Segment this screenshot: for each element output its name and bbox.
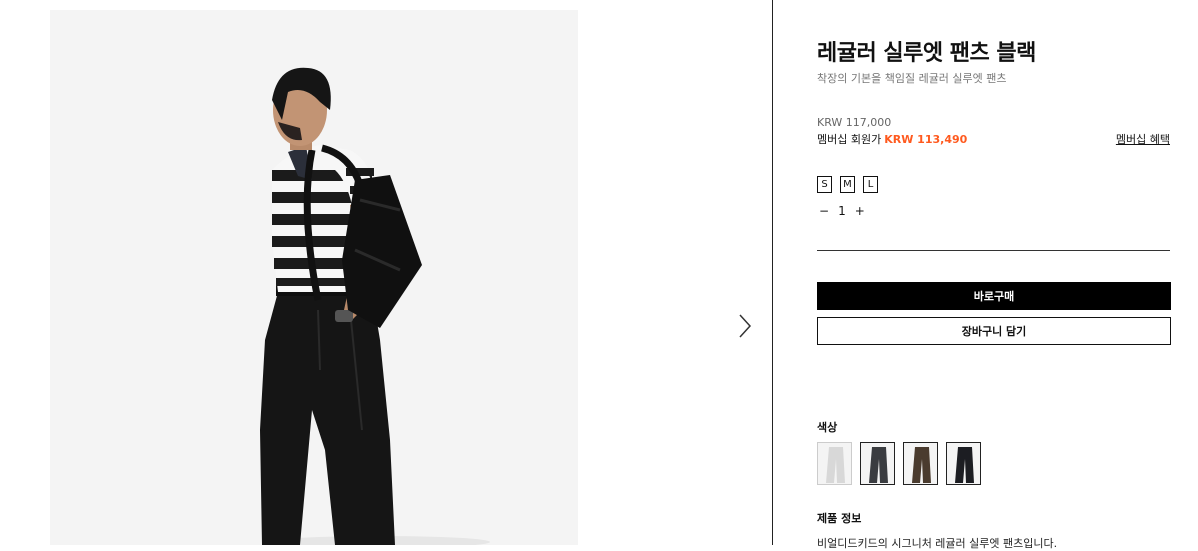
- color-swatch-brown[interactable]: [903, 442, 938, 485]
- member-price: KRW 113,490: [884, 133, 968, 146]
- size-options: S M L: [817, 176, 878, 193]
- color-swatch-light-gray[interactable]: [817, 442, 852, 485]
- chevron-right-icon[interactable]: [734, 311, 756, 341]
- member-price-label: 멤버십 회원가: [817, 133, 882, 146]
- product-image: [50, 10, 578, 545]
- divider: [817, 250, 1170, 251]
- product-info-panel: 레귤러 실루엣 팬츠 블랙 착장의 기본을 책임질 레귤러 실루엣 팬츠 KRW…: [817, 0, 1171, 550]
- quantity-decrease-button[interactable]: −: [819, 204, 829, 218]
- size-option-m[interactable]: M: [840, 176, 855, 193]
- color-label: 색상: [817, 421, 838, 434]
- original-price: KRW 117,000: [817, 116, 892, 129]
- membership-benefit-link[interactable]: 멤버십 혜택: [1116, 131, 1170, 147]
- color-swatch-charcoal[interactable]: [860, 442, 895, 485]
- add-to-cart-button[interactable]: 장바구니 담기: [817, 317, 1171, 345]
- color-swatches: [817, 442, 981, 485]
- quantity-increase-button[interactable]: +: [855, 204, 865, 218]
- divider: [772, 0, 773, 545]
- product-details-text: 비얼디드키드의 시그니처 레귤러 실루엣 팬츠입니다.: [817, 537, 1058, 550]
- product-subtitle: 착장의 기본을 책임질 레귤러 실루엣 팬츠: [817, 72, 1007, 85]
- color-swatch-black[interactable]: [946, 442, 981, 485]
- member-price-row: 멤버십 회원가 KRW 113,490 멤버십 혜택: [817, 131, 1170, 147]
- quantity-value: 1: [838, 204, 846, 218]
- product-title: 레귤러 실루엣 팬츠 블랙: [817, 41, 1036, 66]
- size-option-s[interactable]: S: [817, 176, 832, 193]
- quantity-stepper: − 1 +: [819, 204, 865, 218]
- buy-now-button[interactable]: 바로구매: [817, 282, 1171, 310]
- product-details-label: 제품 정보: [817, 512, 862, 525]
- size-option-l[interactable]: L: [863, 176, 878, 193]
